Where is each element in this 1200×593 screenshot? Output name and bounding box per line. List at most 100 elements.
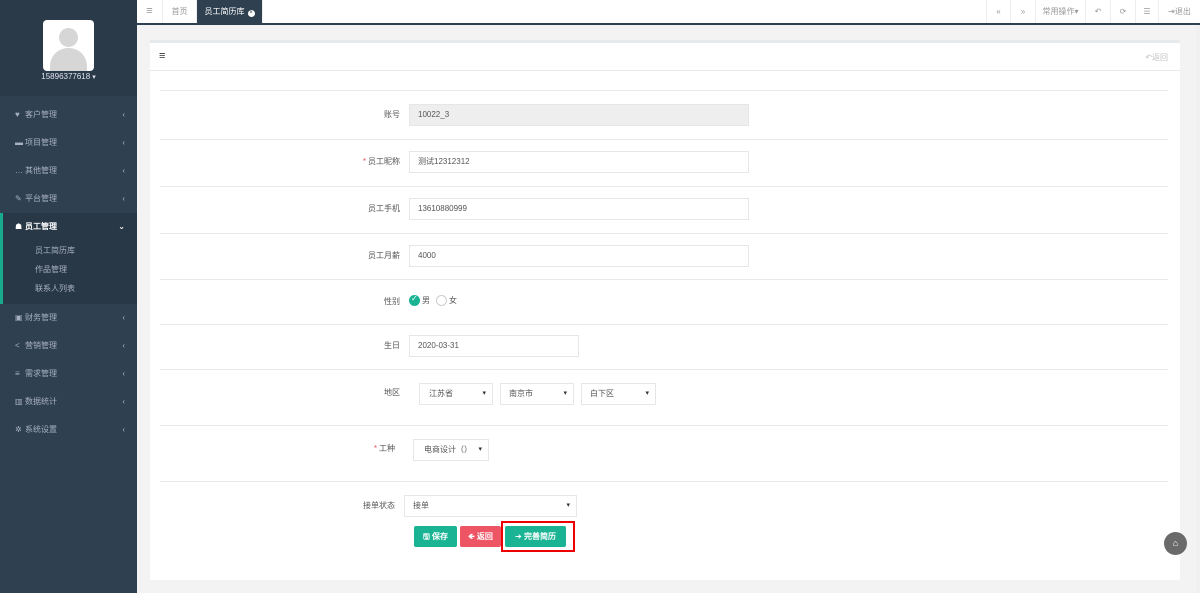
chevron-down-icon: ▾ xyxy=(482,390,486,397)
sidebar-item-projects[interactable]: ▬ 项目管理 ‹ xyxy=(0,129,137,157)
required-mark: * xyxy=(362,157,366,166)
gender-female-radio[interactable]: 女 xyxy=(436,295,457,307)
gender-male-radio[interactable]: 男 xyxy=(409,294,430,307)
scrollbar[interactable] xyxy=(1196,25,1200,593)
menu-icon[interactable]: ≡ xyxy=(159,50,165,62)
ellipsis-icon: … xyxy=(15,166,23,175)
sidebar-item-label: 其他管理 xyxy=(25,166,57,175)
tab-home[interactable]: 首页 xyxy=(163,0,197,23)
save-button[interactable]: 🖫 保存 xyxy=(414,526,457,547)
sidebar-item-customers[interactable]: ♥ 客户管理 ‹ xyxy=(0,101,137,129)
gender-label: 性别 xyxy=(384,297,400,306)
sidebar-item-others[interactable]: … 其他管理 ‹ xyxy=(0,157,137,185)
province-select[interactable]: 江苏省 ▾ xyxy=(419,383,493,405)
sidebar-item-label: 项目管理 xyxy=(25,138,57,147)
profile-area: 15896377618 ▾ xyxy=(0,0,137,96)
worktype-select[interactable]: 电商设计（） ▾ xyxy=(413,439,489,461)
chevron-down-icon: ▾ xyxy=(563,390,567,397)
chevron-left-icon: ‹ xyxy=(122,166,125,175)
list-icon[interactable]: ☰ xyxy=(1136,0,1159,23)
chevron-left-icon: ‹ xyxy=(122,313,125,322)
tabs-next-icon[interactable]: » xyxy=(1011,0,1036,23)
worktype-label-text: 工种 xyxy=(379,444,395,453)
divider xyxy=(160,481,1168,482)
phone-field[interactable]: 13610880999 xyxy=(409,198,749,220)
share-icon: < xyxy=(15,341,20,350)
username: 15896377618 xyxy=(41,72,91,81)
chevron-left-icon: ‹ xyxy=(122,110,125,119)
avatar[interactable] xyxy=(43,20,94,71)
divider xyxy=(160,425,1168,426)
menu-toggle-icon[interactable]: ≡ xyxy=(137,0,163,23)
money-icon: ▣ xyxy=(15,313,23,322)
phone-label: 员工手机 xyxy=(368,204,400,213)
chevron-left-icon: ‹ xyxy=(122,369,125,378)
users-icon: ☗ xyxy=(15,222,23,231)
account-field: 10022_3 xyxy=(409,104,749,126)
province-value: 江苏省 xyxy=(429,389,453,398)
sidebar-subitem-resume-library[interactable]: 员工简历库 xyxy=(3,241,137,260)
sidebar-item-demands[interactable]: ≡ 需求管理 ‹ xyxy=(0,360,137,388)
divider xyxy=(160,139,1168,140)
sidebar-item-label: 客户管理 xyxy=(25,110,57,119)
caret-down-icon: ▾ xyxy=(92,74,96,81)
radio-unchecked-icon xyxy=(436,295,447,307)
briefcase-icon: ▬ xyxy=(15,138,23,147)
worktype-label: * 工种 xyxy=(335,443,395,454)
district-value: 白下区 xyxy=(590,389,614,398)
back-link[interactable]: ↶返回 xyxy=(1145,52,1168,63)
salary-label: 员工月薪 xyxy=(368,251,400,260)
city-value: 南京市 xyxy=(509,389,533,398)
order-status-select[interactable]: 接单 ▾ xyxy=(404,495,577,517)
sidebar-item-marketing[interactable]: < 营销管理 ‹ xyxy=(0,332,137,360)
back-button[interactable]: 🡸 返回 xyxy=(460,526,501,547)
gender-male-label: 男 xyxy=(422,296,430,305)
logout-button[interactable]: ⇥退出 xyxy=(1159,0,1200,23)
chevron-left-icon: ‹ xyxy=(122,425,125,434)
undo-icon[interactable]: ↶ xyxy=(1086,0,1111,23)
sidebar-item-staff[interactable]: ☗ 员工管理 ⌄ xyxy=(3,213,137,241)
home-fab-icon[interactable]: ⌂ xyxy=(1164,532,1187,555)
tabs-prev-icon[interactable]: « xyxy=(986,0,1011,23)
chevron-down-icon: ▾ xyxy=(645,390,649,397)
salary-field[interactable]: 4000 xyxy=(409,245,749,267)
tab-resume-library[interactable]: 员工简历库 × xyxy=(197,0,263,23)
sidebar-item-statistics[interactable]: ▥ 数据统计 ‹ xyxy=(0,388,137,416)
panel-header: ≡ ↶返回 xyxy=(150,43,1180,71)
gear-icon: ✲ xyxy=(15,425,22,434)
sidebar-item-finance[interactable]: ▣ 财务管理 ‹ xyxy=(0,304,137,332)
sidebar-item-settings[interactable]: ✲ 系统设置 ‹ xyxy=(0,416,137,444)
sidebar-menu: ♥ 客户管理 ‹ ▬ 项目管理 ‹ … 其他管理 ‹ ✎ 平台管理 ‹ ☗ 员工管理 ⌄ 员工简历库… xyxy=(0,101,137,444)
divider xyxy=(160,186,1168,187)
sidebar-item-label: 营销管理 xyxy=(25,341,57,350)
avatar-body xyxy=(50,48,87,71)
sidebar-subitem-contacts[interactable]: 联系人列表 xyxy=(3,279,137,298)
list-icon: ≡ xyxy=(15,369,20,378)
common-ops-dropdown[interactable]: 常用操作▾ xyxy=(1036,0,1086,23)
sidebar-subitem-works[interactable]: 作品管理 xyxy=(3,260,137,279)
worktype-value: 电商设计（） xyxy=(424,445,472,454)
sidebar-item-label: 系统设置 xyxy=(25,425,57,434)
chevron-left-icon: ‹ xyxy=(122,194,125,203)
bar-chart-icon: ▥ xyxy=(15,397,23,406)
chevron-down-icon: ▾ xyxy=(478,446,482,453)
tab-label: 员工简历库 xyxy=(204,7,245,16)
close-icon[interactable]: × xyxy=(247,10,255,17)
top-tab-bar: ≡ 首页 员工简历库 × « » 常用操作▾ ↶ ⟳ ☰ ⇥退出 xyxy=(137,0,1200,25)
pen-icon: ✎ xyxy=(15,194,22,203)
district-select[interactable]: 白下区 ▾ xyxy=(581,383,656,405)
chevron-left-icon: ‹ xyxy=(122,138,125,147)
nickname-label: * 员工昵称 xyxy=(340,156,400,167)
sidebar-item-label: 员工管理 xyxy=(25,222,57,231)
refresh-icon[interactable]: ⟳ xyxy=(1111,0,1136,23)
sidebar-item-label: 需求管理 xyxy=(25,369,57,378)
submenu: 员工简历库 作品管理 联系人列表 xyxy=(3,241,137,304)
birthday-field[interactable]: 2020-03-31 xyxy=(409,335,579,357)
chevron-left-icon: ‹ xyxy=(122,397,125,406)
divider xyxy=(160,233,1168,234)
birthday-label: 生日 xyxy=(384,341,400,350)
sidebar-item-platform[interactable]: ✎ 平台管理 ‹ xyxy=(0,185,137,213)
nickname-field[interactable]: 测试12312312 xyxy=(409,151,749,173)
username-dropdown[interactable]: 15896377618 ▾ xyxy=(0,72,137,81)
city-select[interactable]: 南京市 ▾ xyxy=(500,383,574,405)
